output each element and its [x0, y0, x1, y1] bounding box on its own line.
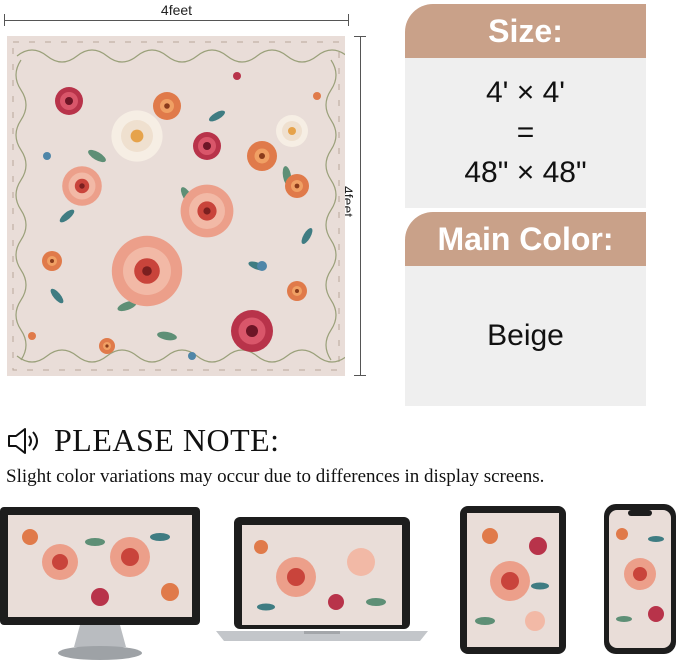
please-note-title: PLEASE NOTE: — [54, 422, 280, 458]
main-color-header-label: Main Color: — [437, 220, 614, 257]
width-dimension-line — [4, 20, 349, 21]
rug-image — [7, 36, 348, 376]
size-equals-sign: = — [516, 116, 535, 149]
size-header-label: Size: — [488, 12, 563, 49]
laptop-device — [216, 517, 428, 645]
phone-illustration — [604, 504, 676, 654]
note-text: Slight color variations may occur due to… — [6, 466, 545, 487]
size-inches-value: 48" × 48" — [464, 156, 587, 189]
height-dimension-tick-top — [354, 36, 366, 37]
size-header: Size: — [405, 4, 646, 58]
main-color-header: Main Color: — [405, 212, 646, 266]
size-feet-value: 4' × 4' — [485, 76, 565, 109]
height-dimension-tick-bottom — [354, 375, 366, 376]
phone-device — [604, 504, 676, 654]
main-color-value: Beige — [487, 319, 564, 352]
tablet-illustration — [460, 506, 566, 654]
size-panel: 4' × 4' = 48" × 48" — [405, 58, 646, 208]
laptop-illustration — [216, 517, 428, 641]
width-label: 4feet — [160, 2, 193, 18]
monitor-illustration — [0, 507, 200, 660]
height-dimension: 4feet — [340, 36, 380, 376]
width-dimension: 4feet — [4, 2, 349, 26]
tablet-device — [460, 506, 566, 654]
height-dimension-line — [360, 36, 361, 376]
please-note-heading: PLEASE NOTE: — [6, 422, 280, 459]
main-color-panel: Beige — [405, 266, 646, 406]
rug-floral-pattern — [7, 36, 348, 376]
monitor-device — [0, 507, 200, 663]
speaker-icon — [8, 427, 38, 454]
